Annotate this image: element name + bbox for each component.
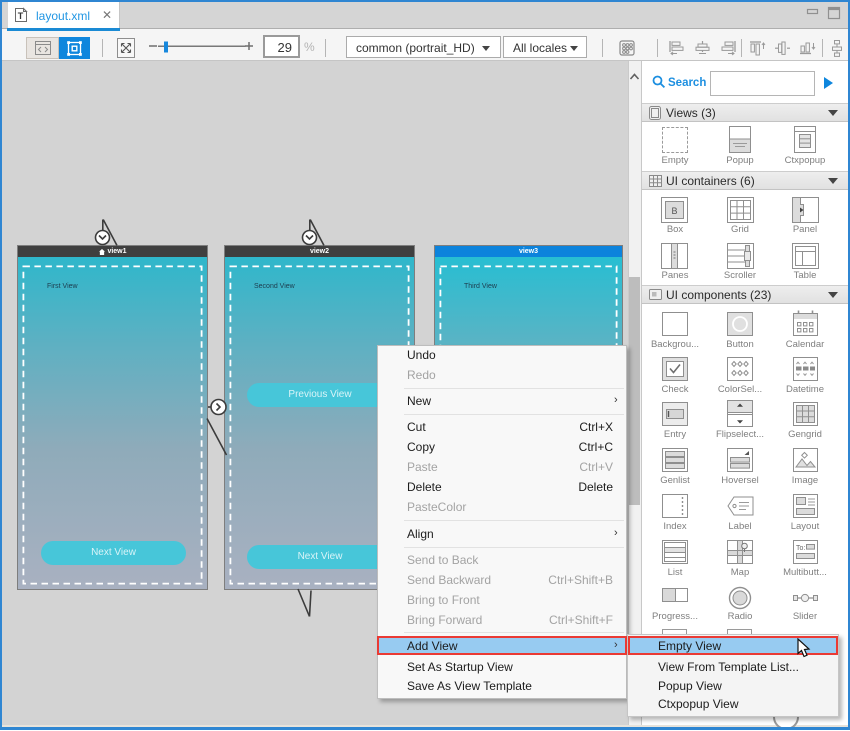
svg-text:B: B — [671, 206, 677, 216]
svg-text:To:: To: — [796, 545, 805, 552]
svg-text:T: T — [18, 11, 24, 21]
